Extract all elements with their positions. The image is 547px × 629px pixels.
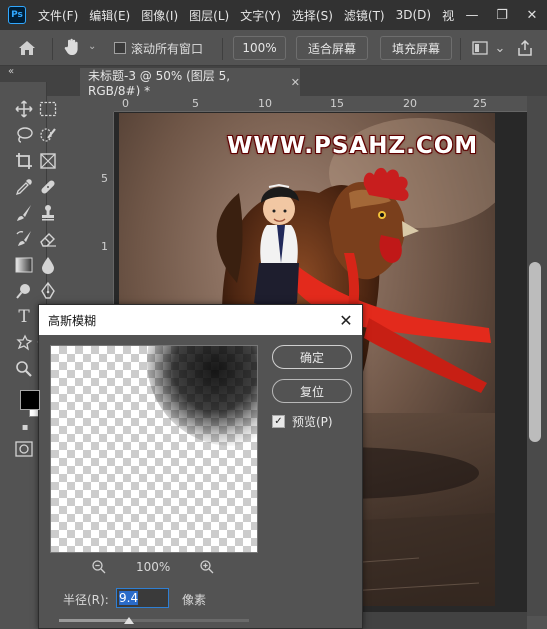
ruler-label: 1 bbox=[101, 240, 108, 253]
ruler-label: 0 bbox=[122, 97, 129, 110]
menu-filter[interactable]: 滤镜(T) bbox=[344, 7, 385, 24]
eraser-tool-icon[interactable] bbox=[37, 228, 59, 250]
close-icon[interactable]: ✕ bbox=[517, 0, 547, 30]
share-icon[interactable] bbox=[515, 38, 535, 58]
ruler-label: 5 bbox=[101, 172, 108, 185]
menu-3d[interactable]: 3D(D) bbox=[396, 8, 431, 22]
zoom-in-icon[interactable] bbox=[199, 559, 215, 579]
zoom-tool-icon[interactable] bbox=[13, 358, 35, 380]
chevron-down-icon[interactable]: ⌄ bbox=[88, 41, 96, 52]
close-icon[interactable]: ✕ bbox=[291, 76, 300, 89]
ok-button[interactable]: 确定 bbox=[272, 345, 352, 369]
reset-button[interactable]: 复位 bbox=[272, 379, 352, 403]
dodge-tool-icon[interactable] bbox=[13, 280, 35, 302]
ruler-corner bbox=[98, 96, 114, 112]
fit-screen-button[interactable]: 适合屏幕 bbox=[296, 36, 368, 60]
preview-checkbox-label: 预览(P) bbox=[292, 415, 333, 429]
blur-preview[interactable] bbox=[50, 345, 258, 553]
blur-tool-icon[interactable] bbox=[37, 254, 59, 276]
move-tool-icon[interactable] bbox=[13, 98, 35, 120]
options-separator bbox=[222, 38, 223, 60]
radius-slider-fill bbox=[59, 619, 130, 622]
brush-tool-icon[interactable] bbox=[13, 202, 35, 224]
document-tab-title: 未标题-3 @ 50% (图层 5, RGB/8#) * bbox=[88, 68, 231, 98]
scroll-all-windows-checkbox[interactable] bbox=[114, 42, 126, 54]
document-tab-bar: « 未标题-3 @ 50% (图层 5, RGB/8#) * ✕ bbox=[0, 66, 547, 98]
crop-tool-icon[interactable] bbox=[13, 150, 35, 172]
history-brush-tool-icon[interactable] bbox=[13, 228, 35, 250]
radius-label: 半径(R): bbox=[63, 593, 109, 607]
document-tab[interactable]: 未标题-3 @ 50% (图层 5, RGB/8#) * ✕ bbox=[80, 68, 300, 98]
ruler-label: 25 bbox=[473, 97, 487, 110]
pen-tool-icon[interactable] bbox=[37, 280, 59, 302]
menu-bar: Ps 文件(F) 编辑(E) 图像(I) 图层(L) 文字(Y) 选择(S) 滤… bbox=[0, 0, 547, 30]
dialog-title-bar[interactable]: 高斯模糊 bbox=[39, 305, 362, 335]
dialog-title: 高斯模糊 bbox=[48, 313, 97, 328]
default-colors-icon[interactable]: ▪ bbox=[14, 416, 36, 438]
options-bar: ⌄ 滚动所有窗口 100% 适合屏幕 填充屏幕 ⌄ bbox=[0, 30, 547, 66]
menu-file[interactable]: 文件(F) bbox=[38, 7, 78, 24]
minimize-icon[interactable]: — bbox=[457, 0, 487, 30]
home-icon[interactable] bbox=[16, 38, 42, 58]
quick-mask-icon[interactable] bbox=[13, 438, 35, 460]
radius-slider-thumb[interactable] bbox=[124, 617, 135, 624]
menu-view[interactable]: 视 bbox=[442, 7, 454, 24]
zoom-out-icon[interactable] bbox=[91, 559, 107, 579]
radius-input[interactable]: 9.4 bbox=[116, 588, 169, 608]
window-controls: — ❐ ✕ bbox=[457, 0, 547, 30]
menu-edit[interactable]: 编辑(E) bbox=[89, 7, 130, 24]
marquee-tool-icon[interactable] bbox=[37, 98, 59, 120]
collapse-panel-icon[interactable]: « bbox=[8, 66, 14, 77]
photoshop-logo: Ps bbox=[8, 6, 26, 24]
menu-type[interactable]: 文字(Y) bbox=[240, 7, 281, 24]
radius-value: 9.4 bbox=[119, 591, 139, 605]
ruler-label: 10 bbox=[258, 97, 272, 110]
horizontal-ruler: 0 5 10 15 20 25 bbox=[98, 96, 527, 112]
horizontal-scrollbar[interactable] bbox=[360, 612, 527, 629]
gaussian-blur-dialog: 高斯模糊 ✕ 确定 复位 ✓ 预览(P) 100% 半径(R): 9.4 像素 bbox=[38, 304, 363, 629]
menu-layer[interactable]: 图层(L) bbox=[189, 7, 229, 24]
ruler-label: 5 bbox=[192, 97, 199, 110]
custom-shape-tool-icon[interactable] bbox=[13, 332, 35, 354]
blur-preview-shape bbox=[147, 346, 257, 446]
menu-image[interactable]: 图像(I) bbox=[141, 7, 178, 24]
options-separator bbox=[52, 38, 53, 60]
preview-checkbox[interactable]: ✓ bbox=[272, 415, 285, 428]
type-tool-icon[interactable]: T bbox=[13, 306, 35, 328]
watermark-text: WWW.PSAHZ.COM bbox=[227, 133, 479, 159]
gradient-tool-icon[interactable] bbox=[13, 254, 35, 276]
preview-zoom-level: 100% bbox=[136, 560, 171, 574]
screen-mode-icon[interactable] bbox=[470, 38, 490, 58]
options-separator bbox=[460, 38, 461, 60]
ruler-label: 20 bbox=[403, 97, 417, 110]
vertical-scrollbar-thumb[interactable] bbox=[529, 262, 541, 442]
restore-icon[interactable]: ❐ bbox=[487, 0, 517, 30]
frame-tool-icon[interactable] bbox=[37, 150, 59, 172]
quick-selection-tool-icon[interactable] bbox=[37, 124, 59, 146]
foreground-color-swatch[interactable] bbox=[20, 390, 40, 410]
radius-unit: 像素 bbox=[182, 593, 207, 607]
fill-screen-button[interactable]: 填充屏幕 bbox=[380, 36, 452, 60]
chevron-down-icon[interactable]: ⌄ bbox=[490, 38, 510, 58]
zoom-100-button[interactable]: 100% bbox=[233, 36, 286, 60]
hand-tool-icon[interactable] bbox=[62, 37, 84, 59]
menu-select[interactable]: 选择(S) bbox=[292, 7, 333, 24]
ruler-label: 15 bbox=[330, 97, 344, 110]
healing-brush-tool-icon[interactable] bbox=[37, 176, 59, 198]
scroll-all-windows-label: 滚动所有窗口 bbox=[131, 42, 204, 56]
stamp-tool-icon[interactable] bbox=[37, 202, 59, 224]
eyedropper-tool-icon[interactable] bbox=[13, 176, 35, 198]
lasso-tool-icon[interactable] bbox=[13, 124, 35, 146]
close-icon[interactable]: ✕ bbox=[336, 310, 356, 330]
